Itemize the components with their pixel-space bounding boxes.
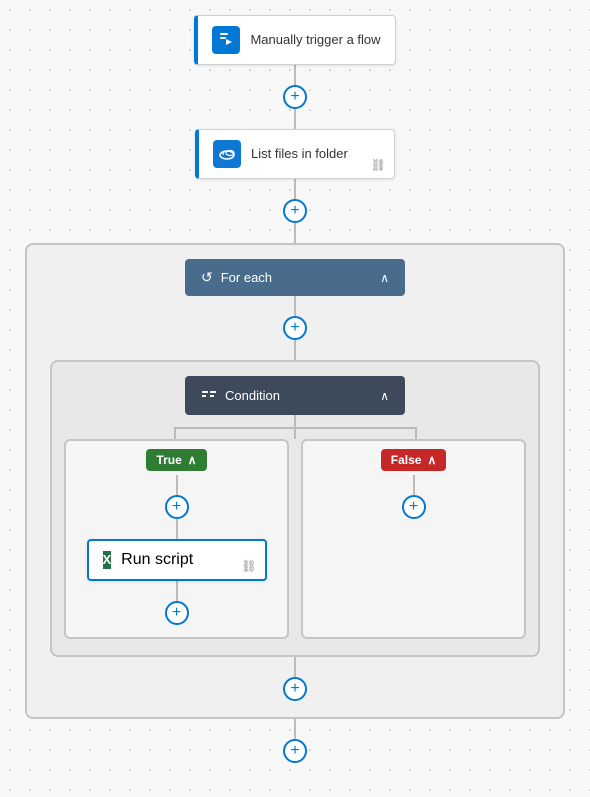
connector-3: + bbox=[283, 296, 307, 360]
false-branch: False ∧ + bbox=[301, 439, 526, 639]
connector-foreach-bottom: + bbox=[283, 657, 307, 701]
add-btn-false-1[interactable]: + bbox=[402, 495, 426, 519]
run-script-title: Run script bbox=[121, 551, 193, 569]
false-chevron: ∧ bbox=[427, 453, 436, 467]
connector-1: + bbox=[283, 65, 307, 129]
connector-true-2: + bbox=[165, 581, 189, 625]
true-chevron: ∧ bbox=[188, 453, 197, 467]
list-files-title: List files in folder bbox=[251, 146, 348, 163]
connector-true-1: + bbox=[165, 475, 189, 539]
connector-2: + bbox=[283, 179, 307, 243]
add-btn-true-2[interactable]: + bbox=[165, 601, 189, 625]
add-btn-3[interactable]: + bbox=[283, 316, 307, 340]
trigger-icon bbox=[212, 26, 240, 54]
trigger-card[interactable]: Manually trigger a flow bbox=[194, 15, 395, 65]
trigger-title: Manually trigger a flow bbox=[250, 32, 380, 49]
condition-container: Condition ∧ True bbox=[50, 360, 540, 657]
foreach-container: ↺ For each ∧ + bbox=[25, 243, 565, 719]
condition-chevron: ∧ bbox=[380, 389, 389, 403]
condition-block[interactable]: Condition ∧ bbox=[185, 376, 405, 415]
list-files-link-icon: ⛓ bbox=[371, 158, 386, 172]
branches: True ∧ + X Run script ⛓ bbox=[52, 439, 538, 639]
connector-false-1: + bbox=[402, 475, 426, 519]
foreach-chevron: ∧ bbox=[380, 271, 389, 285]
run-script-link-icon: ⛓ bbox=[241, 559, 256, 573]
list-files-icon bbox=[213, 140, 241, 168]
add-btn-final[interactable]: + bbox=[283, 739, 307, 763]
branch-lines bbox=[52, 415, 538, 439]
list-files-card[interactable]: List files in folder ⛓ bbox=[195, 129, 395, 179]
add-btn-foreach-bottom[interactable]: + bbox=[283, 677, 307, 701]
foreach-icon: ↺ bbox=[201, 269, 213, 286]
condition-title: Condition bbox=[225, 388, 280, 403]
foreach-block[interactable]: ↺ For each ∧ bbox=[185, 259, 405, 296]
foreach-title: For each bbox=[221, 270, 272, 285]
flow-canvas: Manually trigger a flow + List files in … bbox=[0, 0, 590, 797]
true-label[interactable]: True ∧ bbox=[146, 449, 206, 471]
false-label[interactable]: False ∧ bbox=[381, 449, 446, 471]
add-btn-1[interactable]: + bbox=[283, 85, 307, 109]
add-btn-2[interactable]: + bbox=[283, 199, 307, 223]
connector-final: + bbox=[283, 719, 307, 763]
true-branch: True ∧ + X Run script ⛓ bbox=[64, 439, 289, 639]
run-script-card[interactable]: X Run script ⛓ bbox=[87, 539, 267, 581]
add-btn-true-1[interactable]: + bbox=[165, 495, 189, 519]
condition-icon bbox=[201, 386, 217, 405]
run-script-icon: X bbox=[103, 551, 112, 569]
